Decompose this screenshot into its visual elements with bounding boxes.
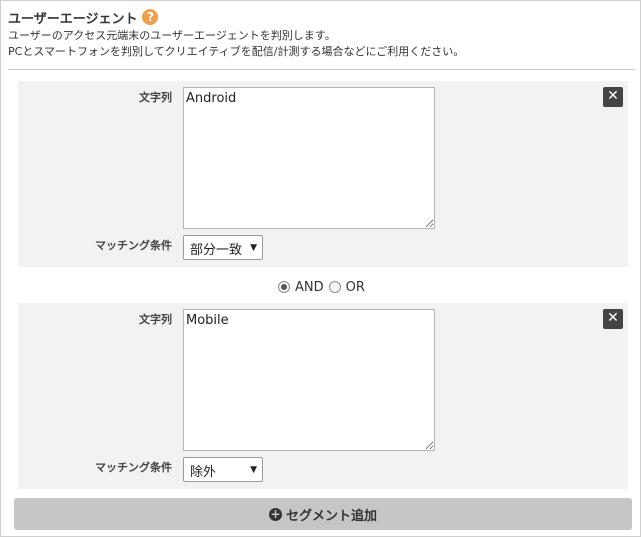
- matching-condition-label: マッチング条件: [95, 239, 172, 252]
- page-title: ユーザーエージェント: [8, 11, 138, 27]
- chevron-down-icon: ▼: [250, 243, 257, 253]
- divider: [8, 69, 635, 70]
- title-row: ユーザーエージェント ?: [8, 7, 159, 27]
- help-icon[interactable]: ?: [142, 9, 159, 25]
- user-agent-settings-frame: ユーザーエージェント ? ユーザーのアクセス元端末のユーザーエージェントを判別し…: [0, 0, 641, 537]
- matching-condition-select-1[interactable]: 部分一致 ▼: [183, 235, 263, 260]
- description-line-2: PCとスマートフォンを判別してクリエイティブを配信/計測する場合などにご利用くだ…: [8, 45, 465, 58]
- chevron-down-icon: ▼: [250, 465, 257, 475]
- remove-segment-2-button[interactable]: ✕: [603, 309, 623, 329]
- close-icon: ✕: [607, 88, 619, 104]
- string-textarea-2[interactable]: Mobile: [183, 309, 435, 451]
- matching-condition-value: 部分一致: [190, 243, 243, 258]
- matching-condition-label: マッチング条件: [95, 461, 172, 474]
- string-textarea-1[interactable]: Android: [183, 87, 435, 229]
- string-label: 文字列: [139, 91, 172, 104]
- plus-circle-icon: +: [268, 506, 282, 521]
- matching-condition-value: 除外: [190, 465, 217, 480]
- add-segment-label: セグメント追加: [285, 508, 377, 524]
- add-segment-button[interactable]: + セグメント追加: [14, 498, 632, 530]
- description-line-1: ユーザーのアクセス元端末のユーザーエージェントを判別します。: [8, 29, 336, 42]
- and-radio[interactable]: [278, 281, 290, 293]
- and-radio-label[interactable]: AND: [295, 280, 324, 295]
- segment-panel-2: 文字列 Mobile マッチング条件 除外 ▼ ✕: [18, 303, 628, 489]
- operator-radio-group: AND OR: [278, 277, 370, 297]
- string-label: 文字列: [139, 313, 172, 326]
- remove-segment-1-button[interactable]: ✕: [603, 87, 623, 107]
- or-radio-label[interactable]: OR: [346, 280, 365, 295]
- close-icon: ✕: [607, 310, 619, 326]
- segment-panel-1: 文字列 Android マッチング条件 部分一致 ▼ ✕: [18, 81, 628, 267]
- matching-condition-select-2[interactable]: 除外 ▼: [183, 457, 263, 482]
- or-radio[interactable]: [328, 281, 341, 293]
